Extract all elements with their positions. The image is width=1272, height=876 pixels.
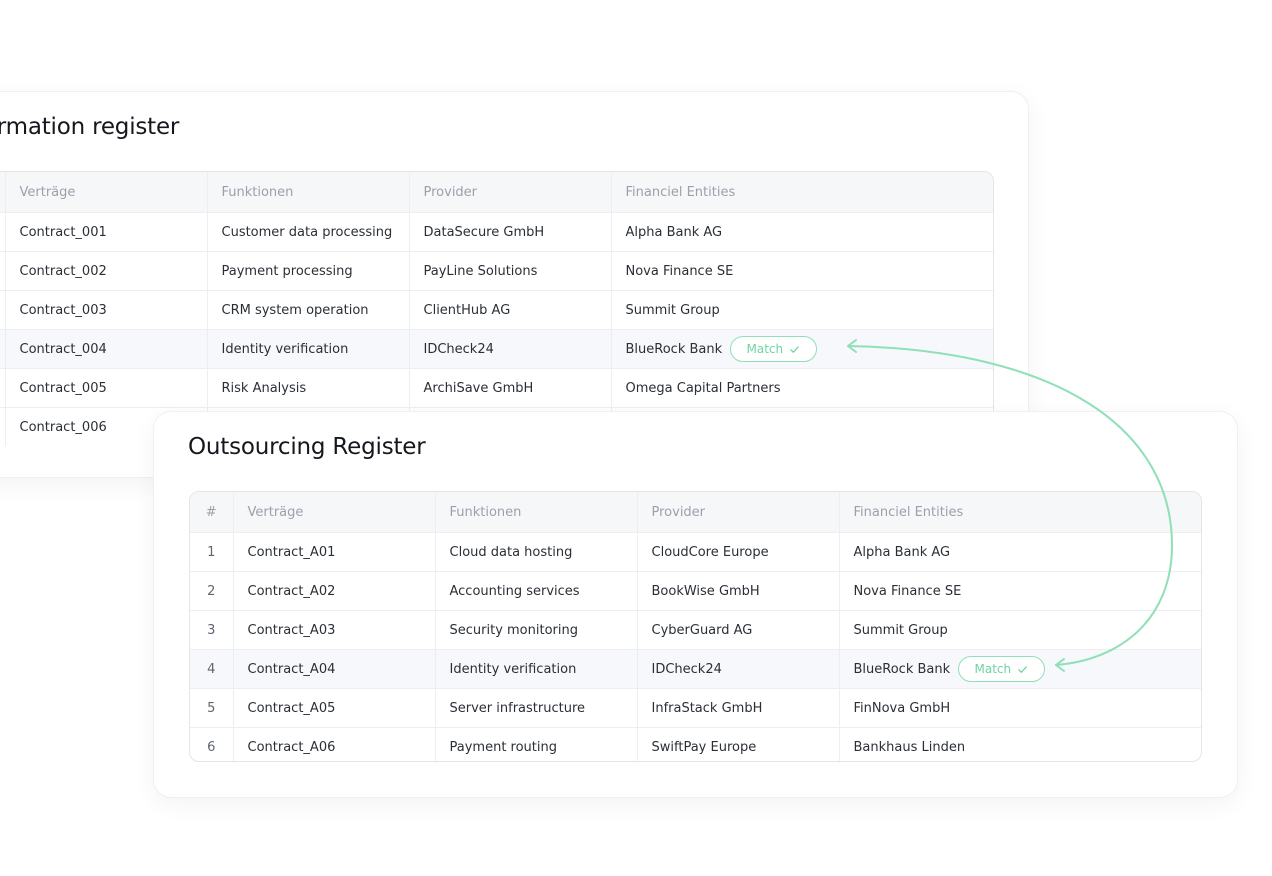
provider-cell: SwiftPay Europe <box>637 727 840 761</box>
provider-cell: PayLine Solutions <box>409 251 612 291</box>
column-header-financial-entities[interactable]: Financiel Entities <box>611 172 993 213</box>
row-number: 4 <box>190 649 234 689</box>
contract-cell: Contract_004 <box>5 329 208 369</box>
table-row[interactable]: 6 Contract_A06 Payment routing SwiftPay … <box>190 727 1201 761</box>
function-cell: Security monitoring <box>435 610 638 650</box>
row-number: 2 <box>190 571 234 611</box>
row-number: 6 <box>190 727 234 761</box>
table-row[interactable]: 3 Contract_A03 Security monitoring Cyber… <box>190 610 1201 650</box>
table-row-highlighted[interactable]: 4 Contract_004 Identity verification IDC… <box>0 329 993 369</box>
entity-cell: Summit Group <box>839 610 1201 650</box>
match-badge[interactable]: Match <box>957 656 1046 682</box>
table-row[interactable]: 5 Contract_A05 Server infrastructure Inf… <box>190 688 1201 728</box>
column-header-functions[interactable]: Funktionen <box>435 492 638 533</box>
function-cell: Risk Analysis <box>207 368 410 408</box>
entity-cell: Nova Finance SE <box>839 571 1201 611</box>
provider-cell: InfraStack GmbH <box>637 688 840 728</box>
function-cell: Cloud data hosting <box>435 532 638 572</box>
table-header-row: # Verträge Funktionen Provider Financiel… <box>0 172 993 213</box>
function-cell: Server infrastructure <box>435 688 638 728</box>
entity-cell: BlueRock Bank Match <box>611 329 993 369</box>
entity-label: BlueRock Bank <box>853 661 951 677</box>
column-header-contracts[interactable]: Verträge <box>5 172 208 213</box>
contract-cell: Contract_A02 <box>233 571 436 611</box>
provider-cell: ArchiSave GmbH <box>409 368 612 408</box>
provider-cell: BookWise GmbH <box>637 571 840 611</box>
contract-cell: Contract_A03 <box>233 610 436 650</box>
function-cell: Payment routing <box>435 727 638 761</box>
column-header-contracts[interactable]: Verträge <box>233 492 436 533</box>
function-cell: Identity verification <box>207 329 410 369</box>
row-number: 1 <box>190 532 234 572</box>
table-row[interactable]: 2 Contract_A02 Accounting services BookW… <box>190 571 1201 611</box>
contract-cell: Contract_A04 <box>233 649 436 689</box>
entity-cell: Alpha Bank AG <box>839 532 1201 572</box>
column-header-financial-entities[interactable]: Financiel Entities <box>839 492 1201 533</box>
table-header-row: # Verträge Funktionen Provider Financiel… <box>190 492 1201 533</box>
check-icon <box>1018 665 1027 673</box>
entity-cell: BlueRock Bank Match <box>839 649 1201 689</box>
column-header-provider[interactable]: Provider <box>637 492 840 533</box>
provider-cell: IDCheck24 <box>637 649 840 689</box>
contract-cell: Contract_002 <box>5 251 208 291</box>
entity-cell: Bankhaus Linden <box>853 739 966 755</box>
column-header-provider[interactable]: Provider <box>409 172 612 213</box>
contract-cell: Contract_003 <box>5 290 208 330</box>
entity-cell: FinNova GmbH <box>839 688 1201 728</box>
check-icon <box>790 345 799 353</box>
table-row[interactable]: 1 Contract_001 Customer data processing … <box>0 212 993 252</box>
table-row[interactable]: 5 Contract_005 Risk Analysis ArchiSave G… <box>0 368 993 408</box>
entity-cell: Alpha Bank AG <box>611 212 993 252</box>
row-number: 3 <box>190 610 234 650</box>
table-row[interactable]: 3 Contract_003 CRM system operation Clie… <box>0 290 993 330</box>
provider-cell: ClientHub AG <box>409 290 612 330</box>
provider-cell: CyberGuard AG <box>637 610 840 650</box>
column-header-number[interactable]: # <box>190 492 234 533</box>
entity-cell: Omega Capital Partners <box>611 368 993 408</box>
function-cell: Payment processing <box>207 251 410 291</box>
function-cell: CRM system operation <box>207 290 410 330</box>
contract-cell: Contract_001 <box>5 212 208 252</box>
entity-cell: Nova Finance SE <box>611 251 993 291</box>
function-cell: Accounting services <box>435 571 638 611</box>
information-register-title: formation register <box>0 114 180 140</box>
outsourcing-register-table: # Verträge Funktionen Provider Financiel… <box>189 491 1202 762</box>
outsourcing-register-card: Outsourcing Register # Verträge Funktion… <box>153 411 1238 798</box>
match-label: Match <box>974 662 1012 676</box>
entity-cell: Summit Group <box>611 290 993 330</box>
outsourcing-register-title: Outsourcing Register <box>188 434 426 460</box>
contract-cell: Contract_A01 <box>233 532 436 572</box>
function-cell: Identity verification <box>435 649 638 689</box>
entity-label: BlueRock Bank <box>625 341 723 357</box>
match-badge[interactable]: Match <box>729 336 818 362</box>
table-row[interactable]: 2 Contract_002 Payment processing PayLin… <box>0 251 993 291</box>
contract-cell: Contract_005 <box>5 368 208 408</box>
table-row[interactable]: 1 Contract_A01 Cloud data hosting CloudC… <box>190 532 1201 572</box>
table-row-highlighted[interactable]: 4 Contract_A04 Identity verification IDC… <box>190 649 1201 689</box>
column-header-functions[interactable]: Funktionen <box>207 172 410 213</box>
contract-cell: Contract_A06 <box>233 727 436 761</box>
contract-cell: Contract_A05 <box>233 688 436 728</box>
provider-cell: IDCheck24 <box>409 329 612 369</box>
match-label: Match <box>746 342 784 356</box>
function-cell: Customer data processing <box>207 212 410 252</box>
row-number: 5 <box>190 688 234 728</box>
provider-cell: DataSecure GmbH <box>409 212 612 252</box>
provider-cell: CloudCore Europe <box>637 532 840 572</box>
